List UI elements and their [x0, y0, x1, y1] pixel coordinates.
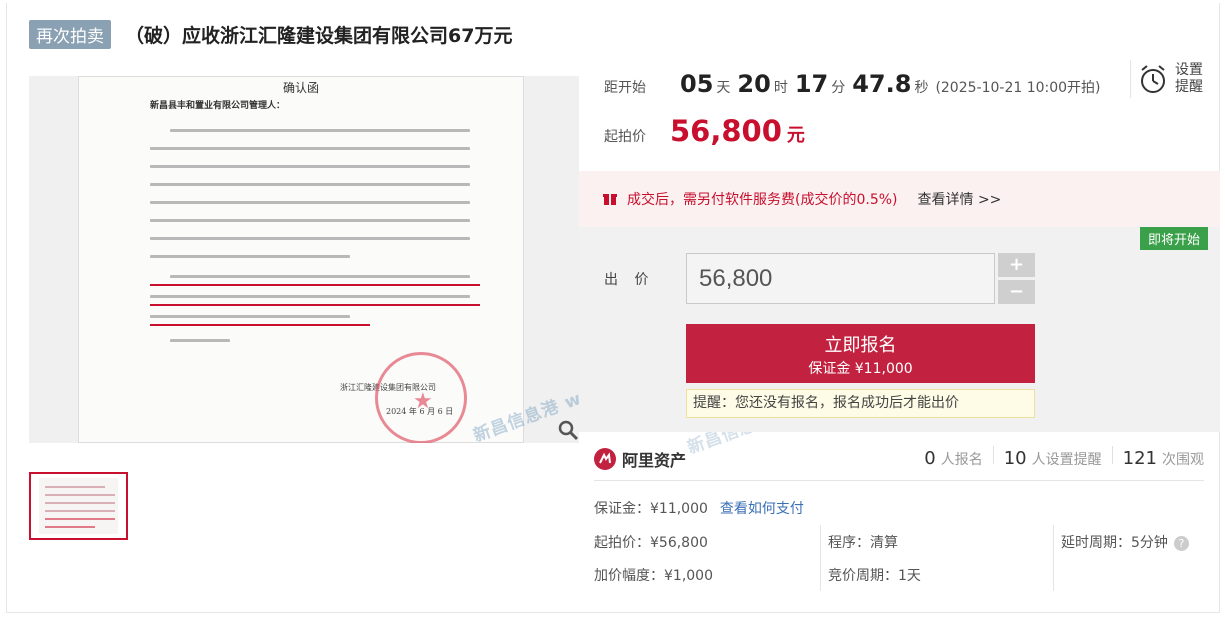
auction-start-time: (2025-10-21 10:00开拍) [935, 80, 1101, 96]
letter-heading: 确认函 [282, 81, 319, 95]
set-reminder-button[interactable]: 设置 提醒 [1130, 60, 1207, 98]
coming-soon-badge: 即将开始 [1139, 227, 1208, 250]
countdown-minutes-unit: 分 [831, 80, 846, 96]
countdown-seconds: 47.8 [852, 70, 912, 98]
register-hint: 提醒：您还没有报名，报名成功后才能出价 [686, 389, 1035, 418]
zoom-icon[interactable] [557, 419, 579, 441]
reauction-badge: 再次拍卖 [29, 19, 111, 49]
countdown-days-unit: 天 [716, 80, 731, 96]
countdown-days: 05 [680, 70, 714, 98]
platform-row: 阿里资产 0 人报名 10 人设置提醒 121 次围观 [579, 432, 1220, 487]
info-bid-cycle: 竞价周期：1天 [828, 568, 921, 584]
title-row: 再次拍卖 （破）应收浙江汇隆建设集团有限公司67万元 [29, 19, 513, 49]
info-delay-period: 延时周期：5分钟? [1061, 532, 1189, 552]
start-price-row: 起拍价 56,800 元 [604, 114, 805, 148]
service-fee-text: 成交后，需另付软件服务费(成交价的0.5%) [627, 192, 898, 208]
company-seal: ★ [375, 352, 467, 443]
page-title: （破）应收浙江汇隆建设集团有限公司67万元 [125, 24, 513, 47]
countdown-seconds-unit: 秒 [914, 80, 929, 96]
ali-logo-icon [594, 448, 616, 470]
thumbnail-preview [39, 478, 118, 534]
alarm-clock-icon [1141, 65, 1165, 93]
platform-name: 阿里资产 [622, 451, 687, 470]
register-button-label: 立即报名 [824, 335, 897, 356]
countdown-label: 距开始 [604, 80, 646, 96]
gift-icon [603, 194, 617, 205]
start-price-value: 56,800 [670, 114, 782, 148]
increase-bid-button[interactable]: + [998, 253, 1035, 277]
start-price-unit: 元 [786, 125, 805, 146]
how-to-pay-link[interactable]: 查看如何支付 [720, 501, 804, 517]
main-image-viewer[interactable]: 确认函 新昌县丰和置业有限公司管理人： 浙江汇隆建设集团有限公司 2024 年 … [29, 76, 579, 443]
countdown: 距开始 05 天 20 时 17 分 47.8 秒 (2025-10-21 10… [604, 70, 1101, 98]
view-count: 121 [1122, 448, 1157, 469]
auction-stats: 0 人报名 10 人设置提醒 121 次围观 [924, 446, 1204, 469]
view-details-link[interactable]: 查看详情 >> [918, 189, 1002, 209]
countdown-minutes: 17 [794, 70, 829, 98]
bid-label: 出 价 [604, 272, 655, 288]
register-button-deposit: 保证金 ¥11,000 [808, 361, 913, 377]
help-icon[interactable]: ? [1173, 535, 1189, 551]
delay-period-text: 延时周期：5分钟 [1061, 535, 1168, 551]
info-start-price: 起拍价：¥56,800 [594, 535, 708, 551]
confirmation-letter-image: 确认函 新昌县丰和置业有限公司管理人： 浙江汇隆建设集团有限公司 2024 年 … [78, 76, 524, 443]
countdown-hours-unit: 时 [773, 80, 788, 96]
bid-amount-input[interactable]: 56,800 [686, 253, 995, 304]
info-increment: 加价幅度：¥1,000 [594, 568, 713, 584]
countdown-hours: 20 [737, 70, 771, 98]
info-procedure: 程序：清算 [828, 535, 898, 551]
divider [594, 480, 1204, 481]
view-count-label: 次围观 [1162, 452, 1204, 468]
deposit-text: 保证金：¥11,000 [594, 501, 708, 517]
start-price-label: 起拍价 [604, 129, 646, 145]
reminder-label-line1: 设置 [1175, 62, 1203, 78]
letter-salutation: 新昌县丰和置业有限公司管理人： [150, 101, 286, 111]
reminder-label-line2: 提醒 [1175, 79, 1203, 95]
decrease-bid-button[interactable]: − [998, 280, 1035, 304]
image-thumbnail[interactable] [29, 472, 128, 540]
signup-count-label: 人报名 [940, 452, 983, 468]
ali-assets-logo: 阿里资产 [594, 447, 686, 471]
bid-box: 即将开始 出 价 56,800 + − 立即报名 保证金 ¥11,000 提醒：… [579, 227, 1220, 432]
deposit-info: 保证金：¥11,000 查看如何支付 [594, 498, 804, 518]
reminder-count: 10 [1003, 448, 1027, 469]
signup-count: 0 [924, 448, 936, 469]
register-now-button[interactable]: 立即报名 保证金 ¥11,000 [686, 324, 1035, 383]
service-fee-notice: 成交后，需另付软件服务费(成交价的0.5%) 查看详情 >> [579, 171, 1220, 227]
reminder-count-label: 人设置提醒 [1031, 452, 1102, 468]
